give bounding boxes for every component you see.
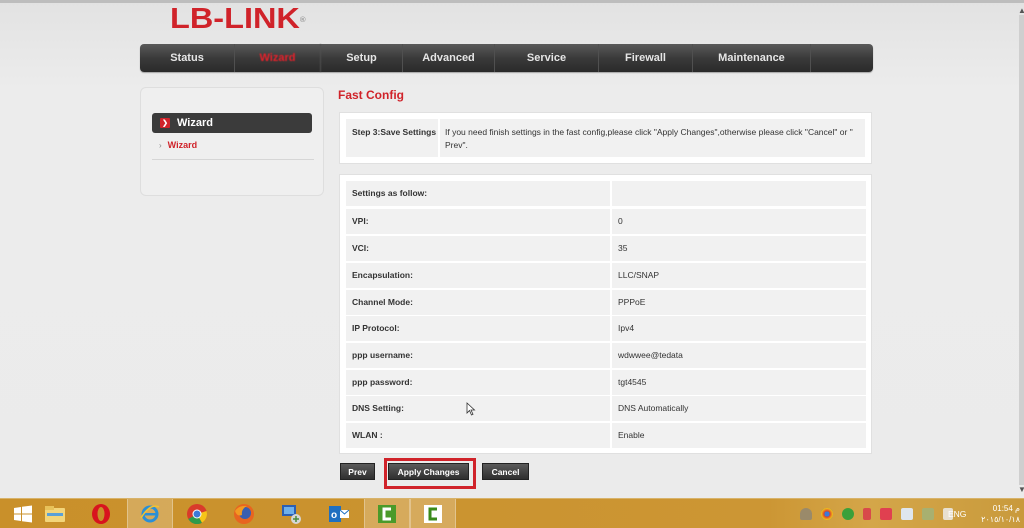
- table-row: Channel Mode: PPPoE: [346, 290, 866, 315]
- nav-firewall[interactable]: Firewall: [599, 44, 693, 72]
- taskbar-outlook[interactable]: o: [316, 499, 362, 528]
- computer-icon: [282, 505, 301, 524]
- svg-text:o: o: [331, 510, 337, 521]
- settings-table: Settings as follow: VPI: 0 VCI: 35 Encap…: [339, 174, 872, 454]
- table-row: DNS Setting: DNS Automatically: [346, 396, 866, 421]
- taskbar-opera[interactable]: [78, 499, 124, 528]
- sidebar-item-wizard[interactable]: › Wizard: [159, 140, 197, 150]
- setting-value: Enable: [612, 423, 866, 448]
- setting-value: DNS Automatically: [612, 396, 866, 421]
- nav-maintenance[interactable]: Maintenance: [693, 44, 811, 72]
- setting-key: IP Protocol:: [346, 316, 610, 341]
- browser-top-border: [0, 0, 1024, 3]
- table-row: ppp password: tgt4545: [346, 370, 866, 395]
- network-tray-icon[interactable]: [922, 508, 934, 520]
- taskbar-internet-explorer[interactable]: [127, 499, 173, 528]
- taskbar-remote-desktop[interactable]: [268, 499, 314, 528]
- nav-wizard[interactable]: Wizard: [235, 44, 321, 72]
- setting-value: 35: [612, 236, 866, 261]
- step-description: If you need finish settings in the fast …: [440, 119, 865, 157]
- main-nav: Status Wizard Setup Advanced Service Fir…: [140, 44, 873, 72]
- lb-link-logo: LB-LINK®: [170, 4, 306, 34]
- network-globe-icon[interactable]: [842, 508, 854, 520]
- folder-icon: [45, 506, 65, 522]
- setting-key: WLAN :: [346, 423, 610, 448]
- scroll-down-arrow-icon[interactable]: ▼: [1018, 485, 1024, 494]
- outlook-icon: o: [329, 506, 350, 522]
- nav-setup[interactable]: Setup: [321, 44, 403, 72]
- setting-value: LLC/SNAP: [612, 263, 866, 288]
- table-row: WLAN : Enable: [346, 423, 866, 448]
- scroll-up-arrow-icon[interactable]: ▲: [1018, 6, 1024, 15]
- chrome-icon: [187, 504, 207, 525]
- table-row: VPI: 0: [346, 209, 866, 234]
- device-tray-icon[interactable]: [901, 508, 913, 520]
- firefox-icon: [234, 504, 254, 524]
- table-row: Encapsulation: LLC/SNAP: [346, 263, 866, 288]
- setting-key: Channel Mode:: [346, 290, 610, 315]
- step-label: Step 3:Save Settings: [346, 119, 438, 157]
- table-row: ppp username: wdwwee@tedata: [346, 343, 866, 368]
- windows-taskbar: o ENG 01:54 م ٢٠١٥/١٠/١٨: [0, 498, 1024, 528]
- camtasia-white-icon: [424, 505, 442, 523]
- nav-status[interactable]: Status: [140, 44, 235, 72]
- clock-date: ٢٠١٥/١٠/١٨: [981, 515, 1020, 524]
- chevron-right-icon: ❯: [160, 118, 170, 128]
- step-info-panel: Step 3:Save Settings If you need finish …: [339, 112, 872, 164]
- chrome-tray-icon[interactable]: [821, 508, 833, 520]
- taskbar-camtasia-recorder[interactable]: [364, 499, 410, 528]
- vertical-scrollbar[interactable]: [1019, 15, 1024, 485]
- nav-advanced[interactable]: Advanced: [403, 44, 495, 72]
- registered-mark: ®: [299, 17, 306, 24]
- notification-bell-icon[interactable]: [800, 508, 812, 520]
- nav-service[interactable]: Service: [495, 44, 599, 72]
- sidebar-header-wizard[interactable]: ❯ Wizard: [152, 113, 312, 133]
- chevron-right-icon: ›: [159, 141, 162, 150]
- ie-icon: [140, 505, 160, 523]
- page-title: Fast Config: [338, 88, 404, 102]
- windows-logo-icon: [14, 505, 32, 523]
- camtasia-green-icon: [378, 505, 396, 523]
- setting-key: ppp password:: [346, 370, 610, 395]
- setting-value: tgt4545: [612, 370, 866, 395]
- sidebar-divider: [152, 159, 314, 160]
- settings-header: Settings as follow:: [346, 181, 610, 206]
- taskbar-camtasia-studio[interactable]: [410, 499, 456, 528]
- prev-button[interactable]: Prev: [340, 463, 375, 480]
- setting-key: VPI:: [346, 209, 610, 234]
- setting-value: PPPoE: [612, 290, 866, 315]
- sidebar: ❯ Wizard › Wizard: [140, 87, 324, 196]
- sidebar-header-label: Wizard: [177, 117, 213, 129]
- system-tray: [800, 499, 962, 528]
- opera-icon: [92, 504, 110, 524]
- app-tray-icon[interactable]: [863, 508, 871, 520]
- clock-time: 01:54 م: [992, 504, 1020, 513]
- language-indicator[interactable]: ENG: [948, 509, 966, 519]
- setting-value: 0: [612, 209, 866, 234]
- setting-key: VCI:: [346, 236, 610, 261]
- taskbar-chrome[interactable]: [174, 499, 220, 528]
- settings-header-value: [612, 181, 866, 206]
- apply-changes-button[interactable]: Apply Changes: [388, 463, 469, 480]
- taskbar-firefox[interactable]: [221, 499, 267, 528]
- settings-header-row: Settings as follow:: [346, 181, 866, 206]
- table-row: IP Protocol: Ipv4: [346, 316, 866, 341]
- setting-value: wdwwee@tedata: [612, 343, 866, 368]
- setting-value: Ipv4: [612, 316, 866, 341]
- setting-key: Encapsulation:: [346, 263, 610, 288]
- sidebar-item-label: Wizard: [167, 140, 198, 150]
- logo-text: LB-LINK: [170, 3, 300, 35]
- table-row: VCI: 35: [346, 236, 866, 261]
- setting-key: DNS Setting:: [346, 396, 610, 421]
- taskbar-file-explorer[interactable]: [32, 499, 78, 528]
- mouse-cursor-icon: [466, 402, 476, 416]
- cancel-button[interactable]: Cancel: [482, 463, 529, 480]
- flag-tray-icon[interactable]: [880, 508, 892, 520]
- setting-key: ppp username:: [346, 343, 610, 368]
- taskbar-clock[interactable]: 01:54 م ٢٠١٥/١٠/١٨: [978, 503, 1020, 525]
